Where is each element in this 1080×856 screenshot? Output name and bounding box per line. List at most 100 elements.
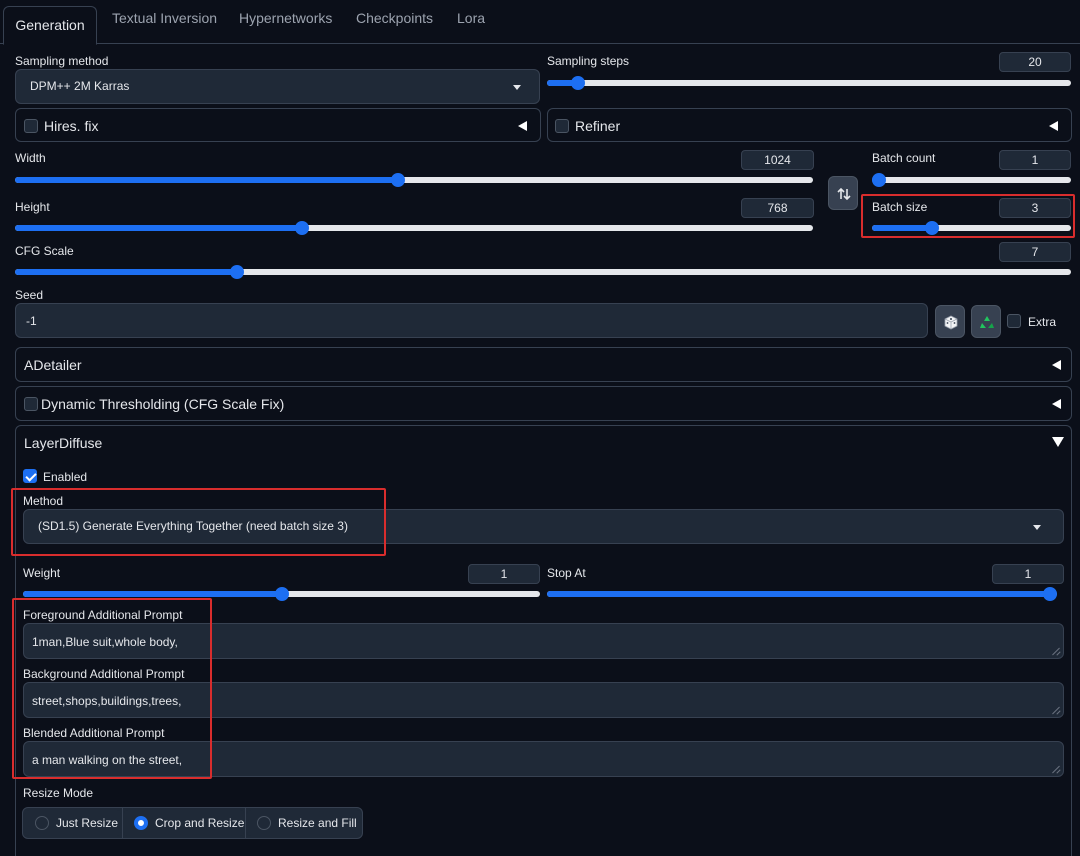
sampling-steps-number[interactable]: 20 bbox=[999, 52, 1071, 72]
resize-option-label: Resize and Fill bbox=[278, 816, 357, 830]
slider-thumb[interactable] bbox=[924, 221, 939, 235]
radio-dot[interactable] bbox=[257, 816, 271, 830]
batch-size-label: Batch size bbox=[872, 200, 928, 214]
seed-extra-checkbox[interactable] bbox=[1007, 314, 1021, 328]
cfg-scale-number[interactable]: 7 bbox=[999, 242, 1071, 262]
slider-thumb[interactable] bbox=[274, 587, 289, 601]
refiner-panel[interactable]: Refiner bbox=[547, 108, 1072, 142]
divider bbox=[122, 808, 123, 838]
swap-arrows-icon bbox=[837, 187, 851, 201]
slider-fill bbox=[15, 225, 303, 231]
slider-thumb[interactable] bbox=[229, 265, 244, 279]
slider-fill bbox=[15, 177, 399, 183]
blended-prompt-label: Blended Additional Prompt bbox=[23, 726, 165, 740]
hires-fix-panel[interactable]: Hires. fix bbox=[15, 108, 541, 142]
cfg-scale-label: CFG Scale bbox=[15, 244, 74, 258]
cfg-scale-slider[interactable] bbox=[15, 265, 1071, 279]
seed-input[interactable]: -1 bbox=[15, 303, 928, 338]
adetailer-label: ADetailer bbox=[24, 357, 82, 373]
stop-at-slider[interactable] bbox=[547, 587, 1057, 601]
sampling-steps-label: Sampling steps bbox=[547, 54, 630, 68]
refiner-checkbox[interactable] bbox=[555, 119, 569, 133]
resize-option-label: Just Resize bbox=[56, 816, 119, 830]
blended-prompt-input[interactable]: a man walking on the street, bbox=[23, 741, 1064, 777]
foreground-prompt-input[interactable]: 1man,Blue suit,whole body, bbox=[23, 623, 1064, 659]
tab-textual-inversion[interactable]: Textual Inversion bbox=[112, 10, 217, 26]
collapse-arrow-icon[interactable] bbox=[1052, 360, 1061, 370]
seed-label: Seed bbox=[15, 288, 44, 302]
resize-option-label: Crop and Resize bbox=[155, 816, 245, 830]
collapse-arrow-icon[interactable] bbox=[518, 121, 527, 131]
batch-size-slider[interactable] bbox=[872, 221, 1071, 235]
layerdiffuse-label[interactable]: LayerDiffuse bbox=[24, 435, 102, 451]
tab-generation[interactable]: Generation bbox=[3, 6, 97, 45]
resize-option-resize-and-fill[interactable]: Resize and Fill bbox=[247, 810, 361, 836]
batch-count-slider[interactable] bbox=[872, 173, 1071, 187]
radio-dot[interactable] bbox=[134, 816, 148, 830]
method-label: Method bbox=[23, 494, 64, 508]
width-number[interactable]: 1024 bbox=[741, 150, 814, 170]
width-slider[interactable] bbox=[15, 173, 813, 187]
weight-number[interactable]: 1 bbox=[468, 564, 540, 584]
batch-count-label: Batch count bbox=[872, 151, 936, 165]
background-prompt-input[interactable]: street,shops,buildings,trees, bbox=[23, 682, 1064, 718]
sampling-method-label: Sampling method bbox=[15, 54, 109, 68]
random-seed-button[interactable] bbox=[935, 305, 965, 338]
method-value: (SD1.5) Generate Everything Together (ne… bbox=[38, 519, 348, 533]
batch-count-number[interactable]: 1 bbox=[999, 150, 1071, 170]
collapse-arrow-icon[interactable] bbox=[1049, 121, 1058, 131]
swap-dimensions-button[interactable] bbox=[828, 176, 858, 210]
refiner-label: Refiner bbox=[575, 118, 621, 134]
dynamic-thresholding-checkbox[interactable] bbox=[24, 397, 38, 411]
weight-label: Weight bbox=[23, 566, 61, 580]
tab-checkpoints[interactable]: Checkpoints bbox=[356, 10, 433, 26]
chevron-down-icon bbox=[513, 85, 521, 90]
width-label: Width bbox=[15, 151, 46, 165]
sampling-steps-slider[interactable] bbox=[547, 76, 1071, 90]
tab-lora[interactable]: Lora bbox=[457, 10, 485, 26]
sampling-method-select[interactable]: DPM++ 2M Karras bbox=[15, 69, 540, 104]
hires-fix-checkbox[interactable] bbox=[24, 119, 38, 133]
resize-mode-radio-group: Just Resize Crop and Resize Resize and F… bbox=[22, 807, 363, 839]
weight-slider[interactable] bbox=[23, 587, 540, 601]
seed-extra-label: Extra bbox=[1028, 315, 1057, 329]
chevron-down-icon bbox=[1033, 525, 1041, 530]
seed-value: -1 bbox=[26, 314, 37, 328]
background-prompt-value: street,shops,buildings,trees, bbox=[32, 694, 182, 708]
radio-dot[interactable] bbox=[35, 816, 49, 830]
slider-thumb[interactable] bbox=[391, 173, 406, 187]
resize-option-just-resize[interactable]: Just Resize bbox=[25, 810, 121, 836]
slider-thumb[interactable] bbox=[872, 173, 886, 187]
slider-fill bbox=[872, 225, 932, 231]
collapse-arrow-icon[interactable] bbox=[1052, 399, 1061, 409]
layerdiffuse-enabled-label: Enabled bbox=[43, 470, 88, 484]
foreground-prompt-label: Foreground Additional Prompt bbox=[23, 608, 183, 622]
expand-arrow-icon[interactable] bbox=[1052, 437, 1064, 447]
dynamic-thresholding-panel[interactable]: Dynamic Thresholding (CFG Scale Fix) bbox=[15, 386, 1072, 421]
resize-grip-icon[interactable] bbox=[1052, 647, 1060, 655]
foreground-prompt-value: 1man,Blue suit,whole body, bbox=[32, 635, 178, 649]
layerdiffuse-enabled-checkbox[interactable] bbox=[23, 469, 37, 483]
stop-at-number[interactable]: 1 bbox=[992, 564, 1064, 584]
slider-thumb[interactable] bbox=[1043, 587, 1057, 601]
sampling-method-value: DPM++ 2M Karras bbox=[30, 79, 130, 93]
height-label: Height bbox=[15, 200, 50, 214]
slider-thumb[interactable] bbox=[295, 221, 310, 235]
recycle-icon bbox=[980, 316, 994, 328]
height-number[interactable]: 768 bbox=[741, 198, 814, 218]
adetailer-panel[interactable]: ADetailer bbox=[15, 347, 1072, 382]
reuse-seed-button[interactable] bbox=[971, 305, 1001, 338]
background-prompt-label: Background Additional Prompt bbox=[23, 667, 185, 681]
slider-fill bbox=[23, 591, 282, 597]
dynamic-thresholding-label: Dynamic Thresholding (CFG Scale Fix) bbox=[41, 396, 285, 412]
slider-thumb[interactable] bbox=[571, 76, 586, 90]
slider-fill bbox=[15, 269, 237, 275]
resize-grip-icon[interactable] bbox=[1052, 765, 1060, 773]
height-slider[interactable] bbox=[15, 221, 813, 235]
resize-grip-icon[interactable] bbox=[1052, 706, 1060, 714]
tab-hypernetworks[interactable]: Hypernetworks bbox=[239, 10, 332, 26]
batch-size-number[interactable]: 3 bbox=[999, 198, 1071, 218]
hires-fix-label: Hires. fix bbox=[44, 118, 99, 134]
method-select[interactable]: (SD1.5) Generate Everything Together (ne… bbox=[23, 509, 1064, 544]
resize-option-crop-and-resize[interactable]: Crop and Resize bbox=[124, 810, 244, 836]
